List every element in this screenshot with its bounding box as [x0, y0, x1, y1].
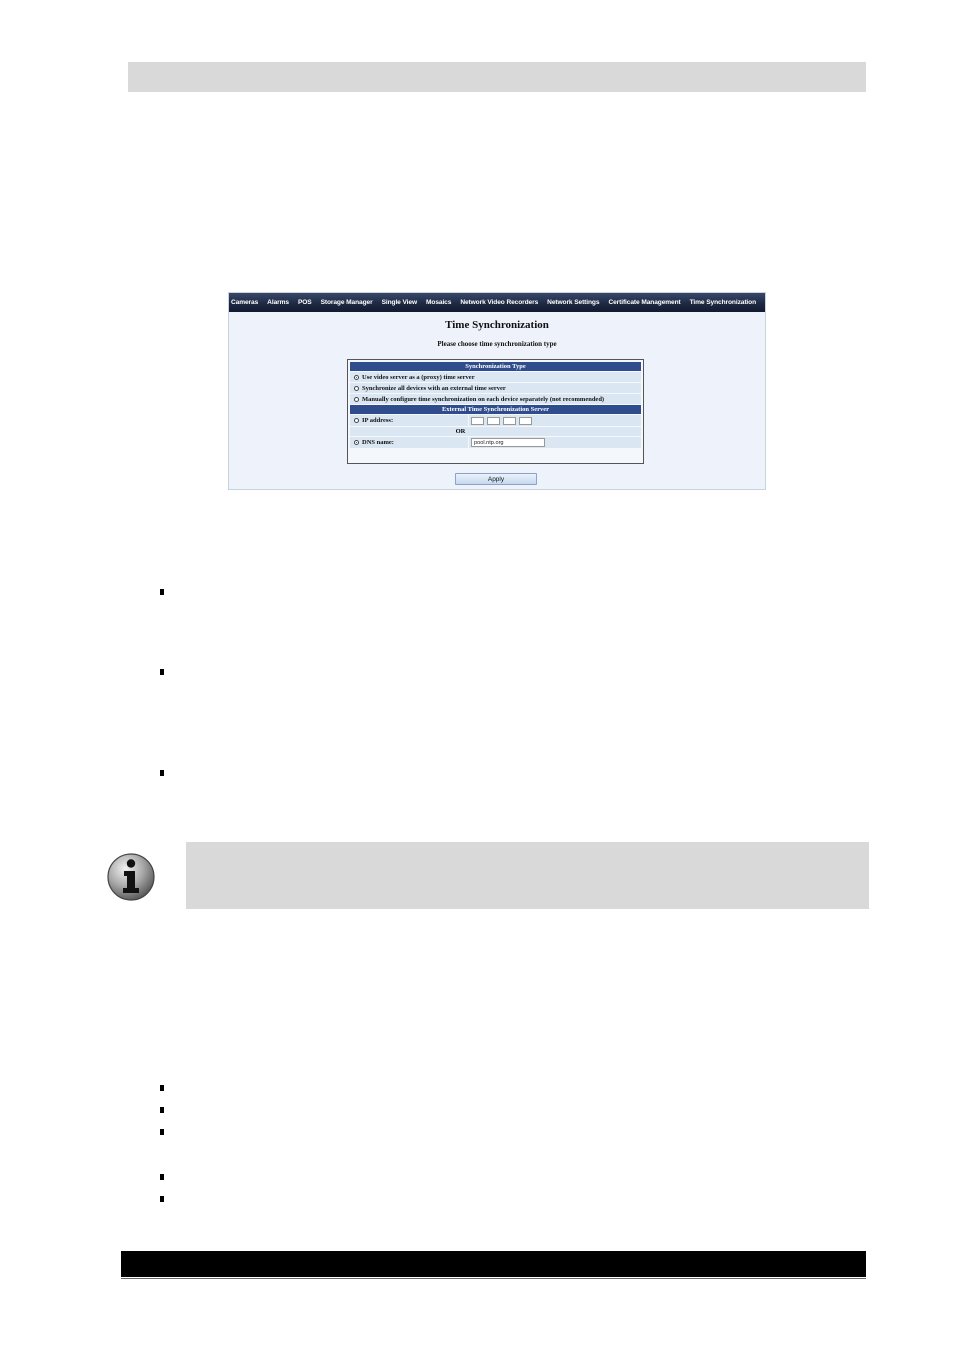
sync-option-label: Use video server as a (proxy) time serve… [362, 373, 475, 381]
bullet-marker [160, 1174, 164, 1180]
nav-item-cameras[interactable]: Cameras [231, 299, 258, 306]
bullet-marker [160, 589, 164, 595]
page-title: Time Synchronization [445, 319, 549, 331]
sync-option-label: Synchronize all devices with an external… [362, 384, 506, 392]
sync-option-proxy[interactable]: Use video server as a (proxy) time serve… [350, 372, 641, 382]
bullet-marker [160, 1085, 164, 1091]
sync-option-manual[interactable]: Manually configure time synchronization … [350, 394, 641, 404]
bullet-marker [160, 669, 164, 675]
nav-item-single-view[interactable]: Single View [382, 299, 418, 306]
nav-item-storage-manager[interactable]: Storage Manager [321, 299, 373, 306]
nav-item-pos[interactable]: POS [298, 299, 312, 306]
or-separator: OR [350, 427, 641, 436]
nav-item-mosaics[interactable]: Mosaics [426, 299, 451, 306]
bullet-marker [160, 1196, 164, 1202]
time-sync-screenshot: Cameras Alarms POS Storage Manager Singl… [228, 292, 766, 490]
ip-address-label: IP address: [362, 417, 394, 424]
radio-dns-name[interactable] [354, 440, 359, 445]
page-subtitle: Please choose time synchronization type [437, 340, 557, 348]
radio-ip-address[interactable] [354, 418, 359, 423]
top-nav: Cameras Alarms POS Storage Manager Singl… [229, 293, 765, 312]
page-header-bar [128, 62, 866, 92]
ip-address-row: IP address: [350, 415, 641, 426]
note-box [186, 842, 869, 909]
bullet-marker [160, 1107, 164, 1113]
nav-item-network-settings[interactable]: Network Settings [547, 299, 599, 306]
ip-octet-1[interactable] [471, 416, 484, 425]
apply-button[interactable]: Apply [455, 473, 537, 485]
nav-item-network-video-recorders[interactable]: Network Video Recorders [460, 299, 538, 306]
nav-item-time-synchronization[interactable]: Time Synchronization [690, 299, 757, 306]
ip-octet-2[interactable] [487, 416, 500, 425]
nav-item-certificate-management[interactable]: Certificate Management [608, 299, 680, 306]
info-icon [107, 853, 155, 901]
ip-octet-3[interactable] [503, 416, 516, 425]
sync-type-header: Synchronization Type [350, 362, 641, 371]
bullet-marker [160, 770, 164, 776]
radio-external[interactable] [354, 385, 359, 391]
sync-option-label: Manually configure time synchronization … [362, 395, 605, 403]
nav-item-alarms[interactable]: Alarms [267, 299, 289, 306]
external-server-header: External Time Synchronization Server [350, 405, 641, 414]
sync-settings-panel: Synchronization Type Use video server as… [347, 359, 644, 464]
page-footer-bar [121, 1251, 866, 1277]
radio-manual[interactable] [354, 396, 359, 402]
footer-rule [121, 1278, 866, 1279]
radio-proxy[interactable] [354, 374, 359, 380]
dns-name-input[interactable]: pool.ntp.org [471, 438, 545, 447]
sync-option-external[interactable]: Synchronize all devices with an external… [350, 383, 641, 393]
dns-name-row: DNS name: pool.ntp.org [350, 437, 641, 448]
ip-octet-4[interactable] [519, 416, 532, 425]
dns-name-label: DNS name: [362, 439, 394, 446]
bullet-marker [160, 1129, 164, 1135]
